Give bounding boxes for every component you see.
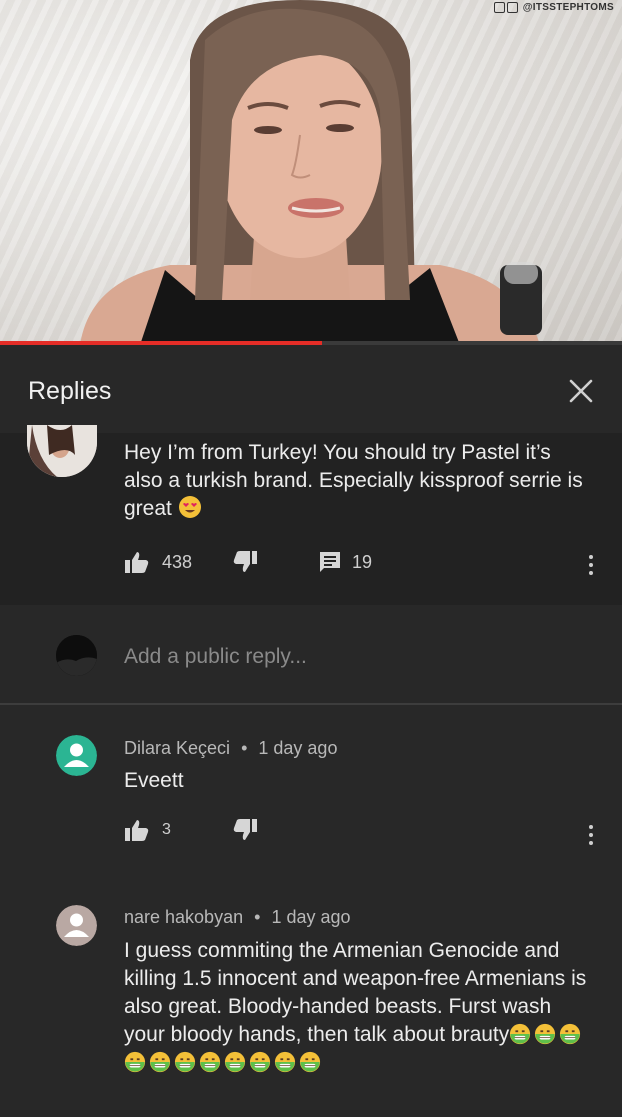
nauseated-face-emoji-icon — [510, 1023, 531, 1045]
comment-text: Hey I’m from Turkey! You should try Past… — [124, 441, 583, 520]
like-count: 3 — [162, 821, 171, 838]
nauseated-face-emoji-icon — [274, 1051, 296, 1073]
nauseated-face-emoji-icon — [249, 1051, 271, 1073]
reply-author[interactable]: Dilara Keçeci — [124, 738, 230, 758]
like-button[interactable]: 438 — [124, 550, 192, 574]
dislike-button[interactable] — [232, 550, 258, 574]
more-options-icon[interactable] — [581, 820, 601, 850]
heart-eyes-emoji-icon — [178, 496, 201, 518]
thumbs-down-icon — [233, 551, 257, 572]
nauseated-face-emoji-icon — [535, 1023, 556, 1045]
reply-count: 19 — [352, 551, 373, 572]
panel-title: Replies — [28, 377, 112, 405]
commenter-avatar[interactable] — [27, 425, 97, 477]
watermark: @ITSSTEPHTOMS — [493, 2, 614, 13]
reply-item: nare hakobyan • 1 day ago I guess commit… — [0, 875, 622, 1117]
thumbs-up-icon — [125, 552, 149, 573]
nauseated-face-emoji-icon — [299, 1051, 321, 1073]
nauseated-face-emoji-icon — [199, 1051, 221, 1073]
reply-avatar[interactable] — [56, 905, 97, 946]
nauseated-face-emoji-icon — [224, 1051, 246, 1073]
replies-count-button[interactable]: 19 — [318, 550, 372, 574]
reply-item: Dilara Keçeci • 1 day ago Eveett 3 — [0, 705, 622, 875]
nauseated-face-emoji-icon — [149, 1051, 171, 1073]
user-avatar — [56, 635, 97, 676]
reply-meta: nare hakobyan • 1 day ago — [124, 907, 351, 927]
social-icons — [493, 2, 520, 13]
like-button[interactable]: 3 — [124, 818, 171, 842]
replies-header: Replies — [0, 345, 622, 433]
nauseated-face-emoji-icon — [124, 1051, 146, 1073]
reply-time: 1 day ago — [271, 907, 351, 927]
more-options-icon[interactable] — [581, 550, 601, 580]
reply-time: 1 day ago — [258, 738, 338, 758]
reply-author[interactable]: nare hakobyan — [124, 907, 243, 927]
thumbs-up-icon — [125, 820, 149, 841]
video-player[interactable]: @ITSSTEPHTOMS — [0, 0, 622, 345]
dislike-button[interactable] — [232, 818, 258, 842]
main-comment: Hey I’m from Turkey! You should try Past… — [0, 425, 622, 605]
reply-input-section: Add a public reply... — [0, 605, 622, 705]
reply-avatar[interactable] — [56, 735, 97, 776]
reply-comment-icon — [320, 552, 340, 572]
reply-text: Eveett — [124, 769, 184, 792]
nauseated-face-emoji-icon — [560, 1023, 581, 1045]
like-count: 438 — [162, 551, 193, 572]
reply-input[interactable]: Add a public reply... — [124, 645, 574, 669]
close-icon[interactable] — [566, 376, 596, 406]
video-frame-person — [80, 0, 542, 345]
reply-meta: Dilara Keçeci • 1 day ago — [124, 738, 338, 758]
reply-text: I guess commiting the Armenian Genocide … — [124, 937, 594, 1077]
thumbs-down-icon — [233, 819, 257, 840]
nauseated-face-emoji-icon — [174, 1051, 196, 1073]
